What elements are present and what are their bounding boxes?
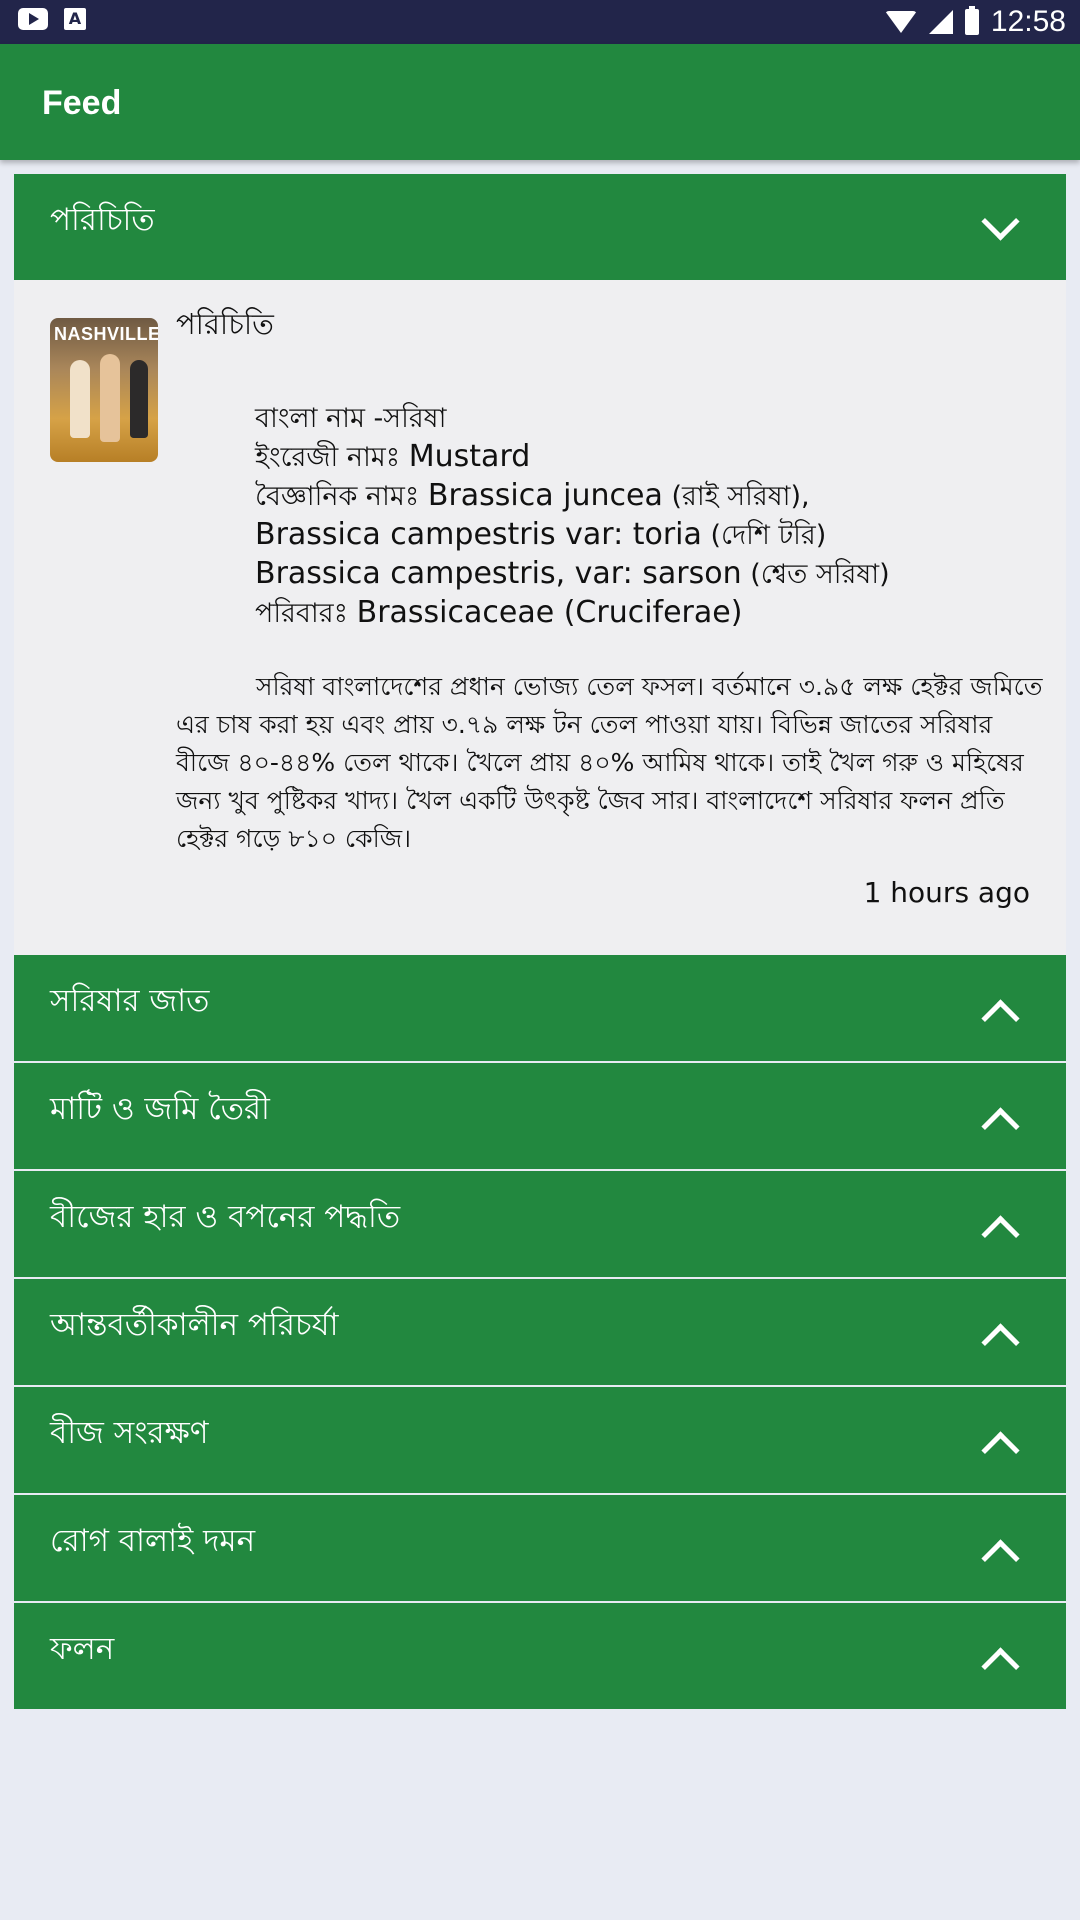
app-bar: Feed <box>0 44 1080 160</box>
chevron-up-icon[interactable] <box>981 1539 1020 1578</box>
family-name: Brassicaceae (Cruciferae) <box>356 595 743 630</box>
section-header-disease[interactable]: রোগ বালাই দমন <box>14 1495 1066 1601</box>
app-title: Feed <box>42 84 122 122</box>
section-title: রোগ বালাই দমন <box>50 1523 256 1559</box>
post-title: পরিচিতি <box>176 307 274 341</box>
thumbnail-figure <box>100 354 120 442</box>
section-header-seed-rate[interactable]: বীজের হার ও বপনের পদ্ধতি <box>14 1171 1066 1277</box>
scientific-name-3-note: (শ্বেত সরিষা) <box>750 559 890 590</box>
scientific-name-2-note: (দেশি টরি) <box>710 520 827 551</box>
section-title: পরিচিতি <box>50 202 155 238</box>
section-header-intercultural[interactable]: আন্তবর্তীকালীন পরিচর্যা <box>14 1279 1066 1385</box>
bangla-name: বাংলা নাম -সরিষা <box>255 403 447 434</box>
scientific-name-label: বৈজ্ঞানিক নামঃ <box>255 481 420 512</box>
scientific-name-1-note: (রাই সরিষা), <box>671 481 810 512</box>
scientific-name-2-line: Brassica campestris var: toria (দেশি টরি… <box>255 516 890 555</box>
scientific-name-line: বৈজ্ঞানিক নামঃ Brassica juncea (রাই সরিষ… <box>255 477 890 516</box>
battery-icon <box>964 6 979 35</box>
family-line: পরিবারঃ Brassicaceae (Cruciferae) <box>255 594 890 633</box>
chevron-up-icon[interactable] <box>981 1323 1020 1362</box>
thumbnail-figure <box>130 360 148 438</box>
section-content-intro: NASHVILLE পরিচিতি বাংলা নাম -সরিষা ইংরেজ… <box>14 280 1066 955</box>
chevron-up-icon[interactable] <box>981 1431 1020 1470</box>
section-title: সরিষার জাত <box>50 983 210 1019</box>
english-name-label: ইংরেজী নামঃ <box>255 442 401 473</box>
english-name: Mustard <box>408 439 531 474</box>
scientific-name-3-line: Brassica campestris, var: sarson (শ্বেত … <box>255 555 890 594</box>
section-header-yield[interactable]: ফলন <box>14 1603 1066 1709</box>
chevron-up-icon[interactable] <box>981 1107 1020 1146</box>
english-name-line: ইংরেজী নামঃ Mustard <box>255 438 890 477</box>
youtube-icon <box>18 8 48 30</box>
scientific-name-1: Brassica juncea <box>427 478 663 513</box>
scientific-name-3: Brassica campestris, var: sarson <box>255 556 742 591</box>
section-title: ফলন <box>50 1631 115 1667</box>
signal-icon <box>928 10 953 34</box>
chevron-up-icon[interactable] <box>981 999 1020 1038</box>
section-header-varieties[interactable]: সরিষার জাত <box>14 955 1066 1061</box>
section-title: বীজের হার ও বপনের পদ্ধতি <box>50 1199 401 1235</box>
section-header-soil[interactable]: মাটি ও জমি তৈরী <box>14 1063 1066 1169</box>
chevron-down-icon[interactable] <box>981 202 1020 241</box>
status-bar: A 12:58 <box>0 0 1080 44</box>
wifi-icon <box>884 11 917 33</box>
post-description: সরিষা বাংলাদেশের প্রধান ভোজ্য তেল ফসল। ব… <box>176 672 1043 853</box>
status-time: 12:58 <box>990 5 1066 38</box>
post-thumbnail: NASHVILLE <box>50 318 158 462</box>
thumbnail-text: NASHVILLE <box>54 324 158 344</box>
post-time: 1 hours ago <box>863 876 1030 909</box>
section-title: বীজ সংরক্ষণ <box>50 1415 209 1451</box>
section-title: মাটি ও জমি তৈরী <box>50 1091 270 1127</box>
scientific-name-2: Brassica campestris var: toria <box>255 517 702 552</box>
post-intro: বাংলা নাম -সরিষা ইংরেজী নামঃ Mustard বৈজ… <box>255 400 890 633</box>
section-header-intro[interactable]: পরিচিতি <box>14 174 1066 280</box>
thumbnail-figure <box>70 360 90 438</box>
chevron-up-icon[interactable] <box>981 1647 1020 1686</box>
section-header-seed-storage[interactable]: বীজ সংরক্ষণ <box>14 1387 1066 1493</box>
status-right: 12:58 <box>884 5 1066 38</box>
section-title: আন্তবর্তীকালীন পরিচর্যা <box>50 1307 339 1343</box>
status-left: A <box>18 8 86 30</box>
family-label: পরিবারঃ <box>255 598 349 629</box>
chevron-up-icon[interactable] <box>981 1215 1020 1254</box>
text-a-icon: A <box>64 8 86 30</box>
